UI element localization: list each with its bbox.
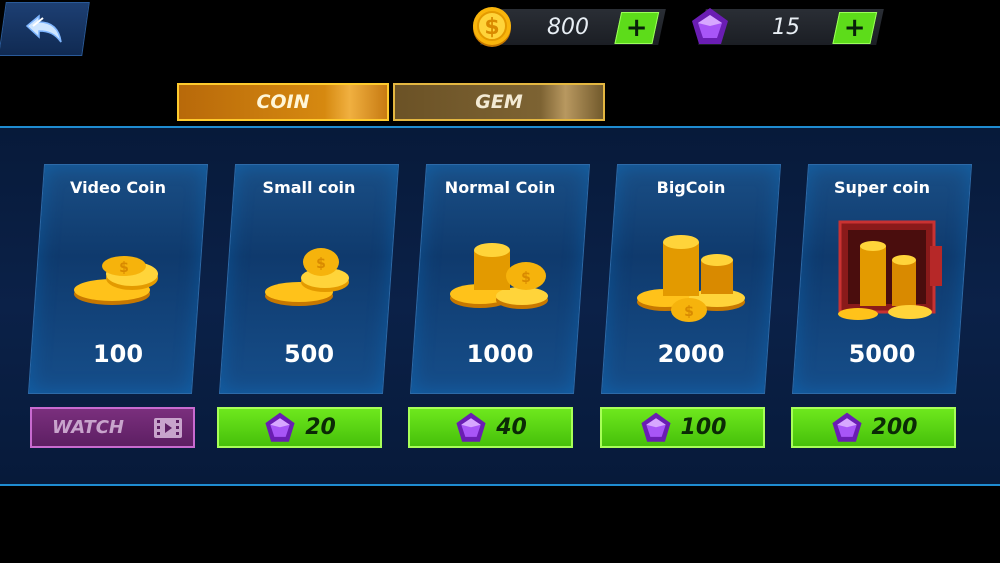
gem-balance-value: 15 xyxy=(772,14,800,40)
card-title: BigCoin xyxy=(656,177,726,197)
buy-super-coin-button[interactable]: 200 xyxy=(791,407,956,448)
card-super-coin[interactable]: Super coin 5000 xyxy=(791,164,973,394)
back-arrow-icon xyxy=(25,14,62,43)
watch-video-button[interactable]: WATCH xyxy=(30,407,195,448)
card-amount: 5000 xyxy=(848,340,916,368)
buy-small-coin-button[interactable]: 20 xyxy=(217,407,382,448)
buy-normal-coin-button[interactable]: 40 xyxy=(408,407,573,448)
svg-text:$: $ xyxy=(484,15,499,40)
gem-icon xyxy=(265,412,295,442)
coin-icon: $ xyxy=(473,7,511,47)
tab-gem[interactable]: GEM xyxy=(393,83,605,121)
gem-icon xyxy=(640,412,671,442)
card-small-coin[interactable]: Small coin $ 500 xyxy=(218,164,400,394)
add-gems-button[interactable]: + xyxy=(832,12,878,44)
film-icon xyxy=(154,417,182,438)
tab-coin[interactable]: COIN xyxy=(177,83,389,121)
coin-balance-value: 800 xyxy=(547,14,589,40)
add-coins-button[interactable]: + xyxy=(614,12,660,44)
price-value: 200 xyxy=(871,415,918,440)
card-amount: 1000 xyxy=(466,340,534,368)
coin-pile-icon: $ xyxy=(450,243,548,309)
gem-icon xyxy=(831,412,862,442)
card-normal-coin[interactable]: Normal Coin $ 1000 xyxy=(409,164,591,394)
card-title: Video Coin xyxy=(69,177,167,197)
card-big-coin[interactable]: BigCoin $ 2000 xyxy=(600,164,782,394)
svg-text:$: $ xyxy=(119,260,129,276)
svg-text:$: $ xyxy=(316,256,326,272)
svg-text:$: $ xyxy=(684,304,694,320)
back-button[interactable] xyxy=(0,2,90,56)
card-title: Small coin xyxy=(262,177,356,197)
coin-pile-icon: $ xyxy=(74,256,158,305)
coin-pile-icon: $ xyxy=(637,235,745,322)
treasure-safe-icon xyxy=(838,220,942,320)
price-value: 40 xyxy=(496,415,527,440)
coin-pile-icon: $ xyxy=(265,248,349,306)
card-amount: 500 xyxy=(283,340,335,368)
svg-text:$: $ xyxy=(521,270,531,286)
card-video-coin[interactable]: Video Coin $ 100 xyxy=(27,164,209,394)
card-amount: 100 xyxy=(92,340,144,368)
watch-label: WATCH xyxy=(52,417,124,438)
gem-icon xyxy=(456,412,486,442)
price-value: 100 xyxy=(680,415,727,440)
card-title: Super coin xyxy=(833,177,931,197)
price-value: 20 xyxy=(305,415,336,440)
card-title: Normal Coin xyxy=(444,177,556,197)
gem-icon xyxy=(692,8,728,44)
card-amount: 2000 xyxy=(657,340,725,368)
buy-big-coin-button[interactable]: 100 xyxy=(600,407,765,448)
